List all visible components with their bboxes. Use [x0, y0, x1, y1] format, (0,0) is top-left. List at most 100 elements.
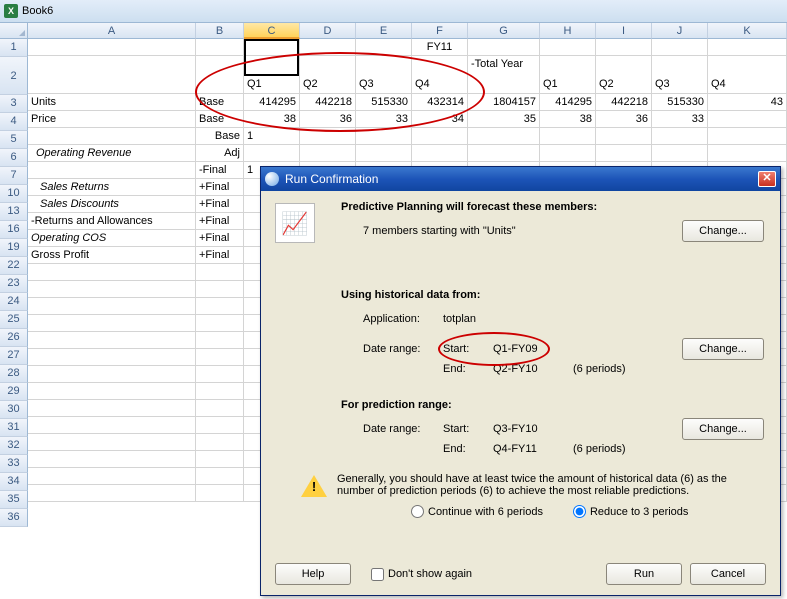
row-23[interactable]: 23 [0, 275, 28, 293]
cell-F2[interactable]: Q4 [412, 56, 468, 94]
cell-A3[interactable]: Units [28, 94, 196, 111]
run-button[interactable]: Run [606, 563, 682, 585]
help-button[interactable]: Help [275, 563, 351, 585]
cell-B22[interactable]: +Final [196, 247, 244, 264]
cell-B16[interactable]: +Final [196, 213, 244, 230]
col-F[interactable]: F [412, 23, 468, 39]
row-33[interactable]: 33 [0, 455, 28, 473]
row-28[interactable]: 28 [0, 365, 28, 383]
cell-E2[interactable]: Q3 [356, 56, 412, 94]
col-H[interactable]: H [540, 23, 596, 39]
row-headers[interactable]: 1 2 3 4 5 6 7 10 13 16 19 22 23 24 25 26… [0, 39, 28, 527]
cell-B5[interactable]: Base [196, 128, 244, 145]
dont-show-checkbox[interactable]: Don't show again [371, 568, 472, 581]
row-19[interactable]: 19 [0, 239, 28, 257]
row-7[interactable]: 7 [0, 167, 28, 185]
row-25[interactable]: 25 [0, 311, 28, 329]
cell-A22[interactable]: Gross Profit [28, 247, 196, 264]
year-header[interactable]: FY11 [412, 39, 468, 56]
row-22[interactable]: 22 [0, 257, 28, 275]
column-headers[interactable]: A B C D E F G H I J K [28, 23, 787, 39]
cell-J4[interactable]: 33 [652, 111, 708, 128]
change-members-button[interactable]: Change... [682, 220, 764, 242]
row-3[interactable]: 3 [0, 95, 28, 113]
cell-A10[interactable]: Sales Returns [28, 179, 196, 196]
row-31[interactable]: 31 [0, 419, 28, 437]
select-all-corner[interactable] [0, 23, 28, 39]
row-2[interactable]: 2 [0, 57, 28, 95]
cell-E3[interactable]: 515330 [356, 94, 412, 111]
cell-A19[interactable]: Operating COS [28, 230, 196, 247]
hist-start-label: Start: [443, 343, 493, 355]
cell-F3[interactable]: 432314 [412, 94, 468, 111]
row-27[interactable]: 27 [0, 347, 28, 365]
cell-G4[interactable]: 35 [468, 111, 540, 128]
cell-D2[interactable]: Q2 [300, 56, 356, 94]
radio-continue[interactable]: Continue with 6 periods [411, 505, 543, 518]
row-35[interactable]: 35 [0, 491, 28, 509]
row-4[interactable]: 4 [0, 113, 28, 131]
col-B[interactable]: B [196, 23, 244, 39]
cell-C5[interactable]: 1 [244, 128, 300, 145]
change-historical-button[interactable]: Change... [682, 338, 764, 360]
cell-B3[interactable]: Base [196, 94, 244, 111]
cell-A16[interactable]: -Returns and Allowances [28, 213, 196, 230]
close-button[interactable]: ✕ [758, 171, 776, 187]
cell-I4[interactable]: 36 [596, 111, 652, 128]
cell-A6[interactable]: Operating Revenue [28, 145, 196, 162]
cell-E4[interactable]: 33 [356, 111, 412, 128]
row-26[interactable]: 26 [0, 329, 28, 347]
cell-I3[interactable]: 442218 [596, 94, 652, 111]
cell-B13[interactable]: +Final [196, 196, 244, 213]
cell-A4[interactable]: Price [28, 111, 196, 128]
cell-B7[interactable]: -Final [196, 162, 244, 179]
col-J[interactable]: J [652, 23, 708, 39]
col-A[interactable]: A [28, 23, 196, 39]
col-I[interactable]: I [596, 23, 652, 39]
col-C[interactable]: C [244, 23, 300, 39]
row-1[interactable]: 1 [0, 39, 28, 57]
cell-D3[interactable]: 442218 [300, 94, 356, 111]
radio-reduce[interactable]: Reduce to 3 periods [573, 505, 688, 518]
cell-K3[interactable]: 43 [708, 94, 787, 111]
cell-C3[interactable]: 414295 [244, 94, 300, 111]
row-10[interactable]: 10 [0, 185, 28, 203]
row-30[interactable]: 30 [0, 401, 28, 419]
cell-G2[interactable]: -Total Year [468, 56, 540, 94]
cell-C2[interactable]: Q1 [244, 56, 300, 94]
row-36[interactable]: 36 [0, 509, 28, 527]
row-16[interactable]: 16 [0, 221, 28, 239]
row-6[interactable]: 6 [0, 149, 28, 167]
row-32[interactable]: 32 [0, 437, 28, 455]
dialog-titlebar[interactable]: Run Confirmation ✕ [261, 167, 780, 191]
cell-C4[interactable]: 38 [244, 111, 300, 128]
hist-end-value: Q2-FY10 [493, 363, 573, 375]
cell-B19[interactable]: +Final [196, 230, 244, 247]
cell-H4[interactable]: 38 [540, 111, 596, 128]
row-5[interactable]: 5 [0, 131, 28, 149]
col-E[interactable]: E [356, 23, 412, 39]
cell-G3[interactable]: 1804157 [468, 94, 540, 111]
cell-B10[interactable]: +Final [196, 179, 244, 196]
cell-B4[interactable]: Base [196, 111, 244, 128]
row-34[interactable]: 34 [0, 473, 28, 491]
cell-F4[interactable]: 34 [412, 111, 468, 128]
cell-K2[interactable]: Q4 [708, 56, 787, 94]
cell-I2[interactable]: Q2 [596, 56, 652, 94]
cell-J2[interactable]: Q3 [652, 56, 708, 94]
cell-H3[interactable]: 414295 [540, 94, 596, 111]
col-G[interactable]: G [468, 23, 540, 39]
col-K[interactable]: K [708, 23, 787, 39]
change-prediction-button[interactable]: Change... [682, 418, 764, 440]
cell-J3[interactable]: 515330 [652, 94, 708, 111]
cell-D4[interactable]: 36 [300, 111, 356, 128]
cancel-button[interactable]: Cancel [690, 563, 766, 585]
col-D[interactable]: D [300, 23, 356, 39]
cell-H2[interactable]: Q1 [540, 56, 596, 94]
row-13[interactable]: 13 [0, 203, 28, 221]
row-24[interactable]: 24 [0, 293, 28, 311]
cell-B6[interactable]: Adj [196, 145, 244, 162]
cell-A13[interactable]: Sales Discounts [28, 196, 196, 213]
pred-end-value: Q4-FY11 [493, 443, 573, 455]
row-29[interactable]: 29 [0, 383, 28, 401]
